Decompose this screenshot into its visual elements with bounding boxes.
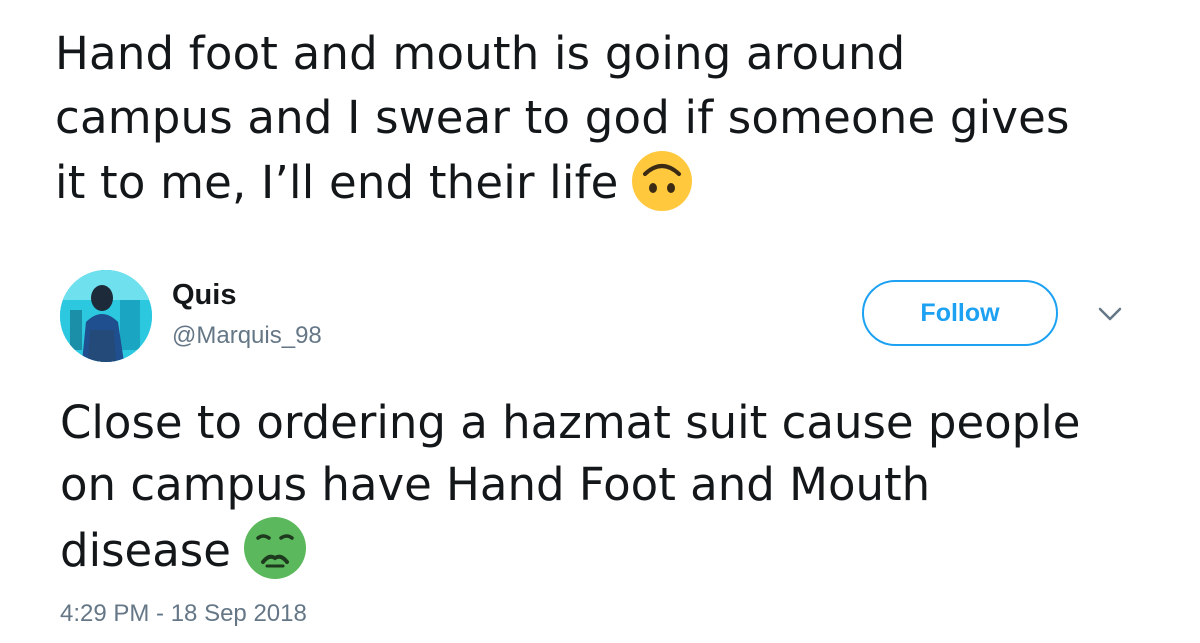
previous-tweet-line: campus and I swear to god if someone giv… — [55, 91, 1070, 144]
tweet-timestamp[interactable]: 4:29 PM - 18 Sep 2018 — [60, 600, 307, 628]
upside-down-face-icon — [631, 150, 693, 229]
nauseated-face-icon — [243, 516, 307, 596]
user-name[interactable]: Quis — [172, 279, 236, 312]
reply-tweet-line: on campus have Hand Foot and Mouth — [60, 458, 931, 511]
previous-tweet-line: it to me, I’ll end their life — [55, 150, 1175, 229]
chevron-down-icon[interactable] — [1097, 304, 1123, 324]
previous-tweet-line: Hand foot and mouth is going around — [55, 27, 906, 80]
reply-tweet-line-text: disease — [60, 524, 231, 577]
previous-tweet-line-text: it to me, I’ll end their life — [55, 156, 619, 209]
reply-tweet-text: Close to ordering a hazmat suit cause pe… — [60, 392, 1180, 596]
follow-button-label: Follow — [920, 298, 1000, 327]
avatar[interactable] — [60, 270, 152, 362]
previous-tweet-text: Hand foot and mouth is going around camp… — [55, 22, 1175, 229]
reply-tweet-line: disease — [60, 516, 1180, 596]
reply-tweet-line: Close to ordering a hazmat suit cause pe… — [60, 396, 1081, 449]
user-handle[interactable]: @Marquis_98 — [172, 322, 322, 350]
follow-button[interactable]: Follow — [862, 280, 1058, 346]
